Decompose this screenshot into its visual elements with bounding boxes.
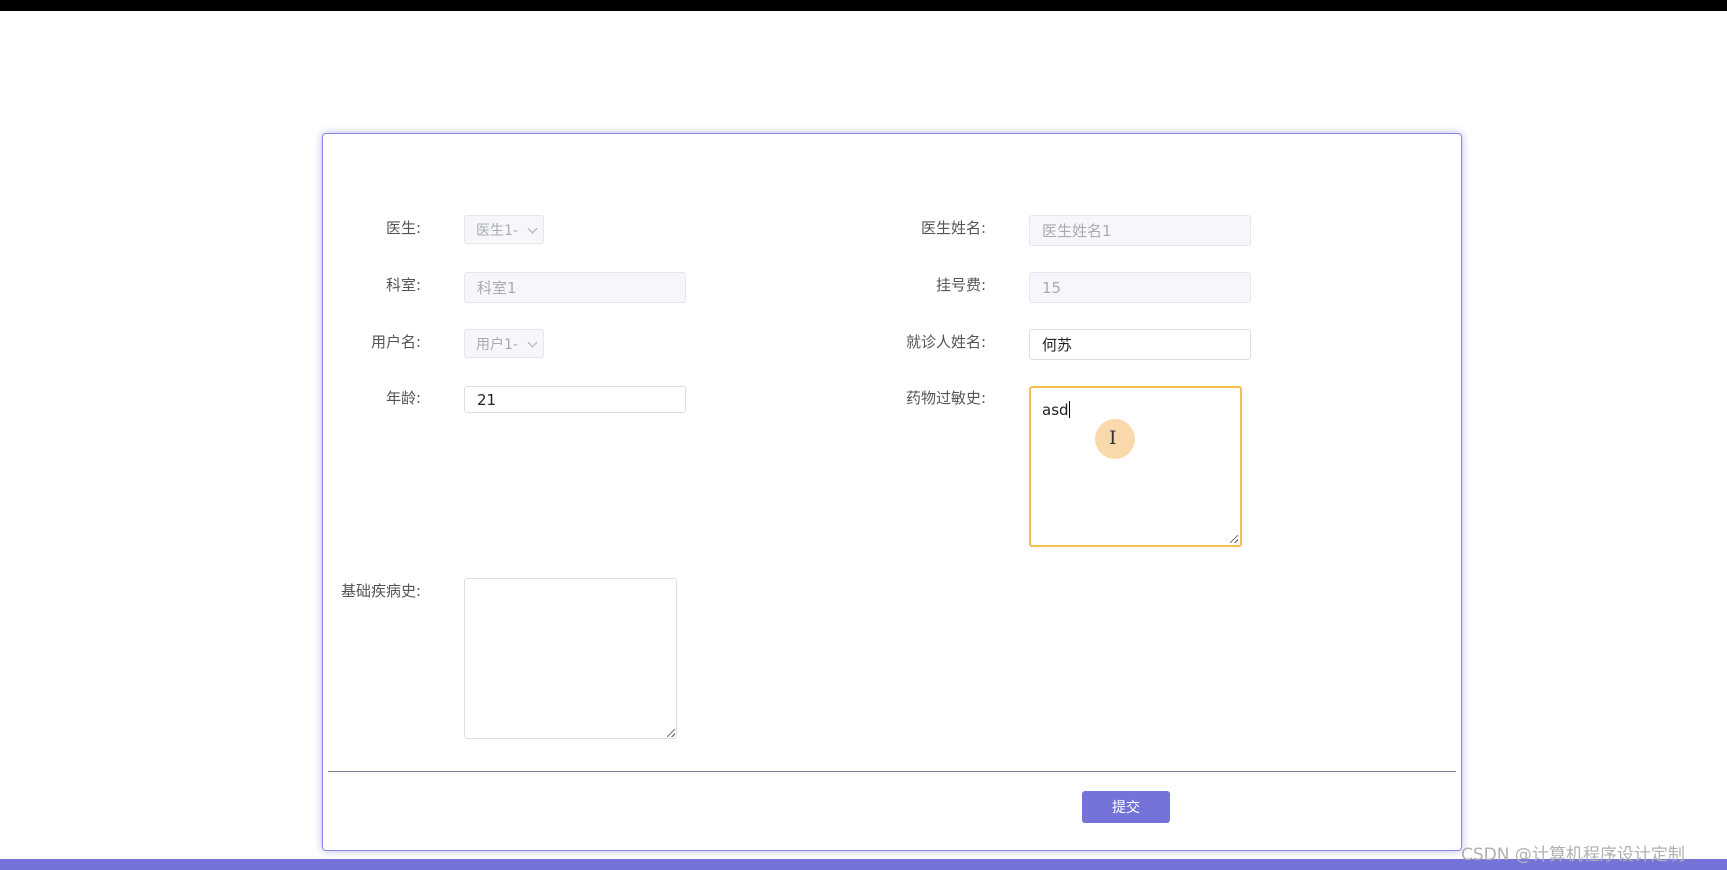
- drug-allergy-text: asd: [1042, 401, 1069, 419]
- resize-handle-icon[interactable]: [667, 729, 675, 737]
- department-field[interactable]: 科室1: [464, 272, 686, 303]
- text-cursor-icon: I: [1109, 427, 1117, 449]
- registration-fee-label: 挂号费:: [935, 276, 986, 294]
- patient-name-label: 就诊人姓名:: [905, 333, 986, 351]
- doctor-label: 医生:: [385, 219, 421, 237]
- text-caret: [1068, 401, 1070, 418]
- doctor-select[interactable]: 医生1-:: [464, 215, 544, 244]
- submit-button[interactable]: 提交: [1082, 791, 1170, 823]
- department-label: 科室:: [385, 276, 421, 294]
- form-divider: [328, 771, 1456, 772]
- patient-name-field[interactable]: 何苏: [1029, 329, 1251, 360]
- doctor-select-value: 医生1-:: [476, 222, 518, 239]
- chevron-down-icon: [527, 337, 538, 347]
- doctor-name-field[interactable]: 医生姓名1: [1029, 215, 1251, 246]
- username-select[interactable]: 用户1-:: [464, 329, 544, 358]
- age-field[interactable]: 21: [464, 386, 686, 413]
- drug-allergy-label: 药物过敏史:: [905, 389, 986, 407]
- age-label: 年龄:: [385, 389, 421, 407]
- chevron-down-icon: [527, 223, 538, 233]
- appointment-form-card: 医生: 医生1-: 医生姓名: 医生姓名1 科室: 科室1 挂号费: 15 用户…: [322, 133, 1462, 851]
- resize-handle-icon[interactable]: [1230, 535, 1238, 543]
- top-bar: [0, 0, 1727, 11]
- username-select-value: 用户1-:: [476, 336, 518, 353]
- watermark-text: CSDN @计算机程序设计定制: [1461, 845, 1685, 865]
- drug-allergy-textarea[interactable]: asd: [1029, 386, 1242, 547]
- username-label: 用户名:: [370, 333, 421, 351]
- medical-history-label: 基础疾病史:: [340, 582, 421, 600]
- doctor-name-label: 医生姓名:: [920, 219, 986, 237]
- registration-fee-field[interactable]: 15: [1029, 272, 1251, 303]
- medical-history-textarea[interactable]: [464, 578, 677, 739]
